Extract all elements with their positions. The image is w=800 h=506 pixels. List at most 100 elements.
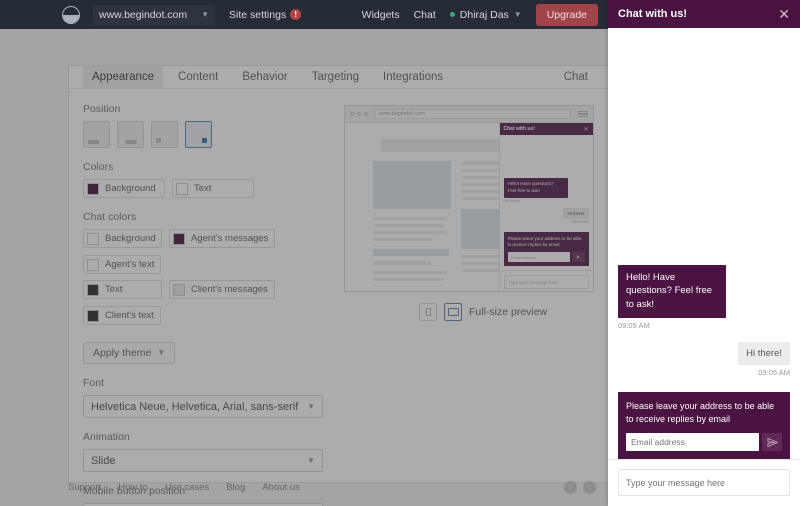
site-settings-link[interactable]: Site settings ! (229, 8, 302, 21)
color-swatch-label: Client's text (105, 310, 154, 321)
menu-icon (577, 110, 588, 118)
color-swatch-icon (87, 309, 99, 322)
position-option-bottom-center-bar[interactable] (117, 121, 144, 148)
browser-dot-icon (363, 112, 368, 116)
colors-row: Background Text (83, 179, 323, 198)
preview-widget-title: Chat with us! (503, 126, 535, 132)
color-swatch-label: Agent's text (105, 259, 155, 270)
chat-colors-label: Chat colors (83, 211, 137, 223)
tab-appearance[interactable]: Appearance (83, 66, 164, 88)
facebook-icon[interactable]: f (564, 480, 577, 494)
tab-integrations[interactable]: Integrations (374, 66, 452, 88)
send-icon (767, 437, 778, 447)
chat-color-background[interactable]: Background (83, 229, 162, 248)
email-address-input[interactable] (626, 433, 759, 451)
color-swatch-icon (87, 258, 99, 271)
position-label: Position (83, 103, 121, 115)
preview-size-toggle: Full-size preview (419, 303, 596, 321)
email-capture-row (626, 433, 782, 451)
color-swatch-label: Background (105, 233, 156, 244)
mobile-preview-button[interactable] (419, 303, 437, 321)
chat-color-text[interactable]: Text (83, 280, 162, 299)
tab-chat[interactable]: Chat (564, 71, 594, 83)
user-name-label: Dhiraj Das (459, 8, 509, 21)
preview-browser-chrome: www.begindot.com (344, 106, 593, 123)
position-glyph (88, 140, 99, 144)
full-size-preview-label[interactable]: Full-size preview (469, 306, 547, 318)
preview-agent-time: 09:05 AM (503, 198, 520, 203)
chat-color-clients-text[interactable]: Client's text (83, 306, 161, 325)
position-glyph (202, 138, 207, 143)
color-swatch-text[interactable]: Text (172, 179, 254, 198)
app-root: www.begindot.com ▼ Site settings ! Widge… (0, 0, 800, 506)
footer-social-links: f t (564, 480, 596, 494)
alert-badge: ! (290, 9, 302, 20)
desktop-preview-button[interactable] (444, 303, 462, 321)
nav-item-widgets[interactable]: Widgets (362, 9, 400, 21)
footer-link-use-cases[interactable]: Use cases (165, 482, 209, 493)
site-settings-label: Site settings (229, 8, 287, 21)
chat-color-agents-text[interactable]: Agent's text (83, 255, 162, 274)
position-option-bottom-right-square[interactable] (185, 121, 212, 148)
apply-theme-button[interactable]: Apply theme ▼ (83, 342, 176, 364)
chevron-down-icon: ▼ (307, 455, 315, 465)
nav-item-chat[interactable]: Chat (414, 9, 436, 21)
color-swatch-icon (173, 283, 185, 296)
client-message-timestamp: 09:05 AM (758, 367, 790, 377)
color-swatch-label: Text (194, 183, 212, 194)
tab-content[interactable]: Content (169, 66, 227, 88)
font-select[interactable]: Helvetica Neue, Helvetica, Arial, sans-s… (83, 395, 323, 418)
chat-color-clients-messages[interactable]: Client's messages (169, 280, 275, 299)
page-body: Appearance Content Behavior Targeting In… (0, 29, 608, 506)
email-prompt-text: Please leave your address to be able to … (626, 400, 775, 424)
online-status-dot (449, 12, 455, 17)
send-icon: ➤ (571, 252, 585, 262)
color-swatch-label: Background (105, 183, 156, 194)
color-swatch-background[interactable]: Background (83, 179, 165, 198)
send-email-button[interactable] (762, 433, 782, 451)
app-logo-icon (62, 5, 80, 24)
chat-widget-panel: Chat with us! ✕ Hello! Have questions? F… (608, 0, 800, 506)
preview-panel: www.begindot.com Chat with us! ✕ Hello! … (337, 103, 608, 506)
preview-browser-mockup: www.begindot.com Chat with us! ✕ Hello! … (343, 105, 594, 292)
position-option-bottom-left-square[interactable] (151, 121, 178, 148)
color-swatch-icon (173, 232, 185, 245)
chat-panel-messages: Hello! Have questions? Feel free to ask!… (608, 28, 800, 459)
chat-color-agents-messages[interactable]: Agent's messages (169, 229, 276, 248)
footer-link-about-us[interactable]: About us (262, 482, 300, 493)
close-icon: ✕ (583, 126, 589, 133)
font-label: Font (83, 377, 105, 389)
page-footer: Support How to Use cases Blog About us f… (0, 468, 608, 506)
footer-link-support[interactable]: Support (68, 482, 101, 493)
close-icon[interactable]: ✕ (778, 7, 790, 21)
footer-link-how-to[interactable]: How to (118, 482, 148, 493)
settings-card-body: Position Colors Background Text Chat col… (69, 89, 608, 506)
chat-message-input[interactable] (618, 469, 790, 496)
user-menu[interactable]: Dhiraj Das ▼ (449, 8, 522, 21)
preview-widget-header: Chat with us! ✕ (499, 123, 593, 135)
chevron-down-icon: ▼ (513, 9, 522, 19)
preview-client-message: Hi there! (563, 207, 589, 219)
footer-link-blog[interactable]: Blog (226, 482, 245, 493)
position-option-bottom-left-bar[interactable] (83, 121, 110, 148)
browser-dot-icon (349, 112, 354, 116)
position-selector (83, 121, 323, 148)
color-swatch-icon (87, 232, 99, 245)
preview-widget-footer: Type your message here (499, 270, 593, 291)
site-selector-dropdown[interactable]: www.begindot.com ▼ (93, 4, 215, 25)
preview-email-prompt-text: Please leave your address to be able to … (507, 235, 582, 248)
color-swatch-label: Agent's messages (191, 233, 269, 244)
appearance-form: Position Colors Background Text Chat col… (69, 103, 337, 506)
preview-email-input: Email address (507, 252, 570, 262)
tab-behavior[interactable]: Behavior (233, 66, 296, 88)
twitter-icon[interactable]: t (583, 480, 596, 494)
preview-browser-url: www.begindot.com (374, 109, 571, 119)
mobile-icon (425, 308, 431, 316)
preview-page-content: Chat with us! ✕ Hello! Have questions? F… (345, 123, 593, 291)
colors-label: Colors (83, 161, 114, 173)
tab-targeting[interactable]: Targeting (303, 66, 368, 88)
upgrade-button[interactable]: Upgrade (535, 3, 598, 26)
color-swatch-icon (87, 182, 99, 195)
widget-settings-card: Appearance Content Behavior Targeting In… (68, 65, 608, 506)
position-glyph (125, 140, 136, 144)
